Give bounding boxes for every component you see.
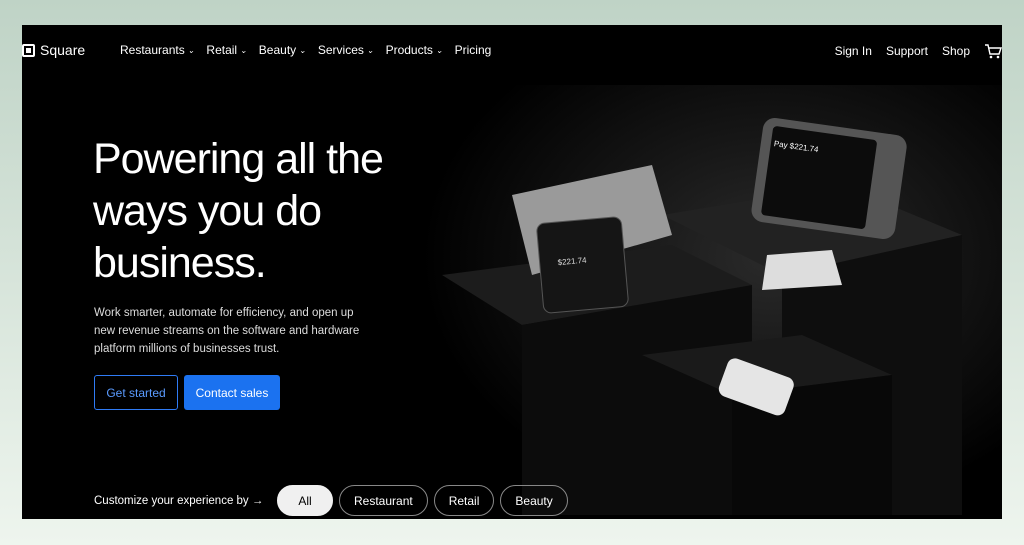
option-all[interactable]: All: [277, 485, 333, 516]
support-link[interactable]: Support: [886, 44, 928, 58]
chevron-down-icon: ⌄: [240, 45, 247, 55]
customize-label: Customize your experience by →: [94, 495, 264, 507]
chevron-down-icon: ⌄: [187, 45, 195, 55]
nav-products[interactable]: Products ⌄: [386, 43, 443, 57]
sign-in-link[interactable]: Sign In: [835, 44, 872, 58]
chevron-down-icon: ⌄: [366, 45, 374, 55]
square-logo[interactable]: Square: [22, 42, 85, 58]
hero-subtitle: Work smarter, automate for efficiency, a…: [94, 307, 360, 355]
top-nav: Square Restaurants ⌄ Retail ⌄ Beauty ⌄ Serv…: [22, 25, 1002, 75]
square-terminal: [536, 216, 629, 314]
nav-restaurants[interactable]: Restaurants ⌄: [120, 43, 194, 57]
option-beauty[interactable]: Beauty: [500, 485, 568, 516]
square-logo-icon: [22, 43, 35, 57]
option-restaurant[interactable]: Restaurant: [339, 485, 428, 516]
chevron-down-icon: ⌄: [299, 45, 306, 55]
cart-icon[interactable]: [984, 43, 1002, 59]
chevron-down-icon: ⌄: [435, 45, 443, 55]
option-retail[interactable]: Retail: [433, 485, 495, 516]
hardware-devices-image: $221.74 Pay $221.74: [422, 85, 1002, 515]
nav-services[interactable]: Services ⌄: [318, 43, 374, 57]
nav-retail[interactable]: Retail ⌄: [206, 43, 246, 57]
customize-options: All Restaurant Retail Beauty: [277, 485, 568, 516]
get-started-button[interactable]: Get started: [94, 375, 178, 410]
page: Square Restaurants ⌄ Retail ⌄ Beauty ⌄ Serv…: [22, 25, 1002, 519]
nav-beauty[interactable]: Beauty ⌄: [259, 43, 306, 57]
nav-pricing[interactable]: Pricing: [455, 43, 492, 57]
hero-title: Powering all the ways you do business.: [93, 135, 384, 287]
shop-link[interactable]: Shop: [942, 44, 970, 58]
contact-sales-button[interactable]: Contact sales: [184, 375, 280, 410]
